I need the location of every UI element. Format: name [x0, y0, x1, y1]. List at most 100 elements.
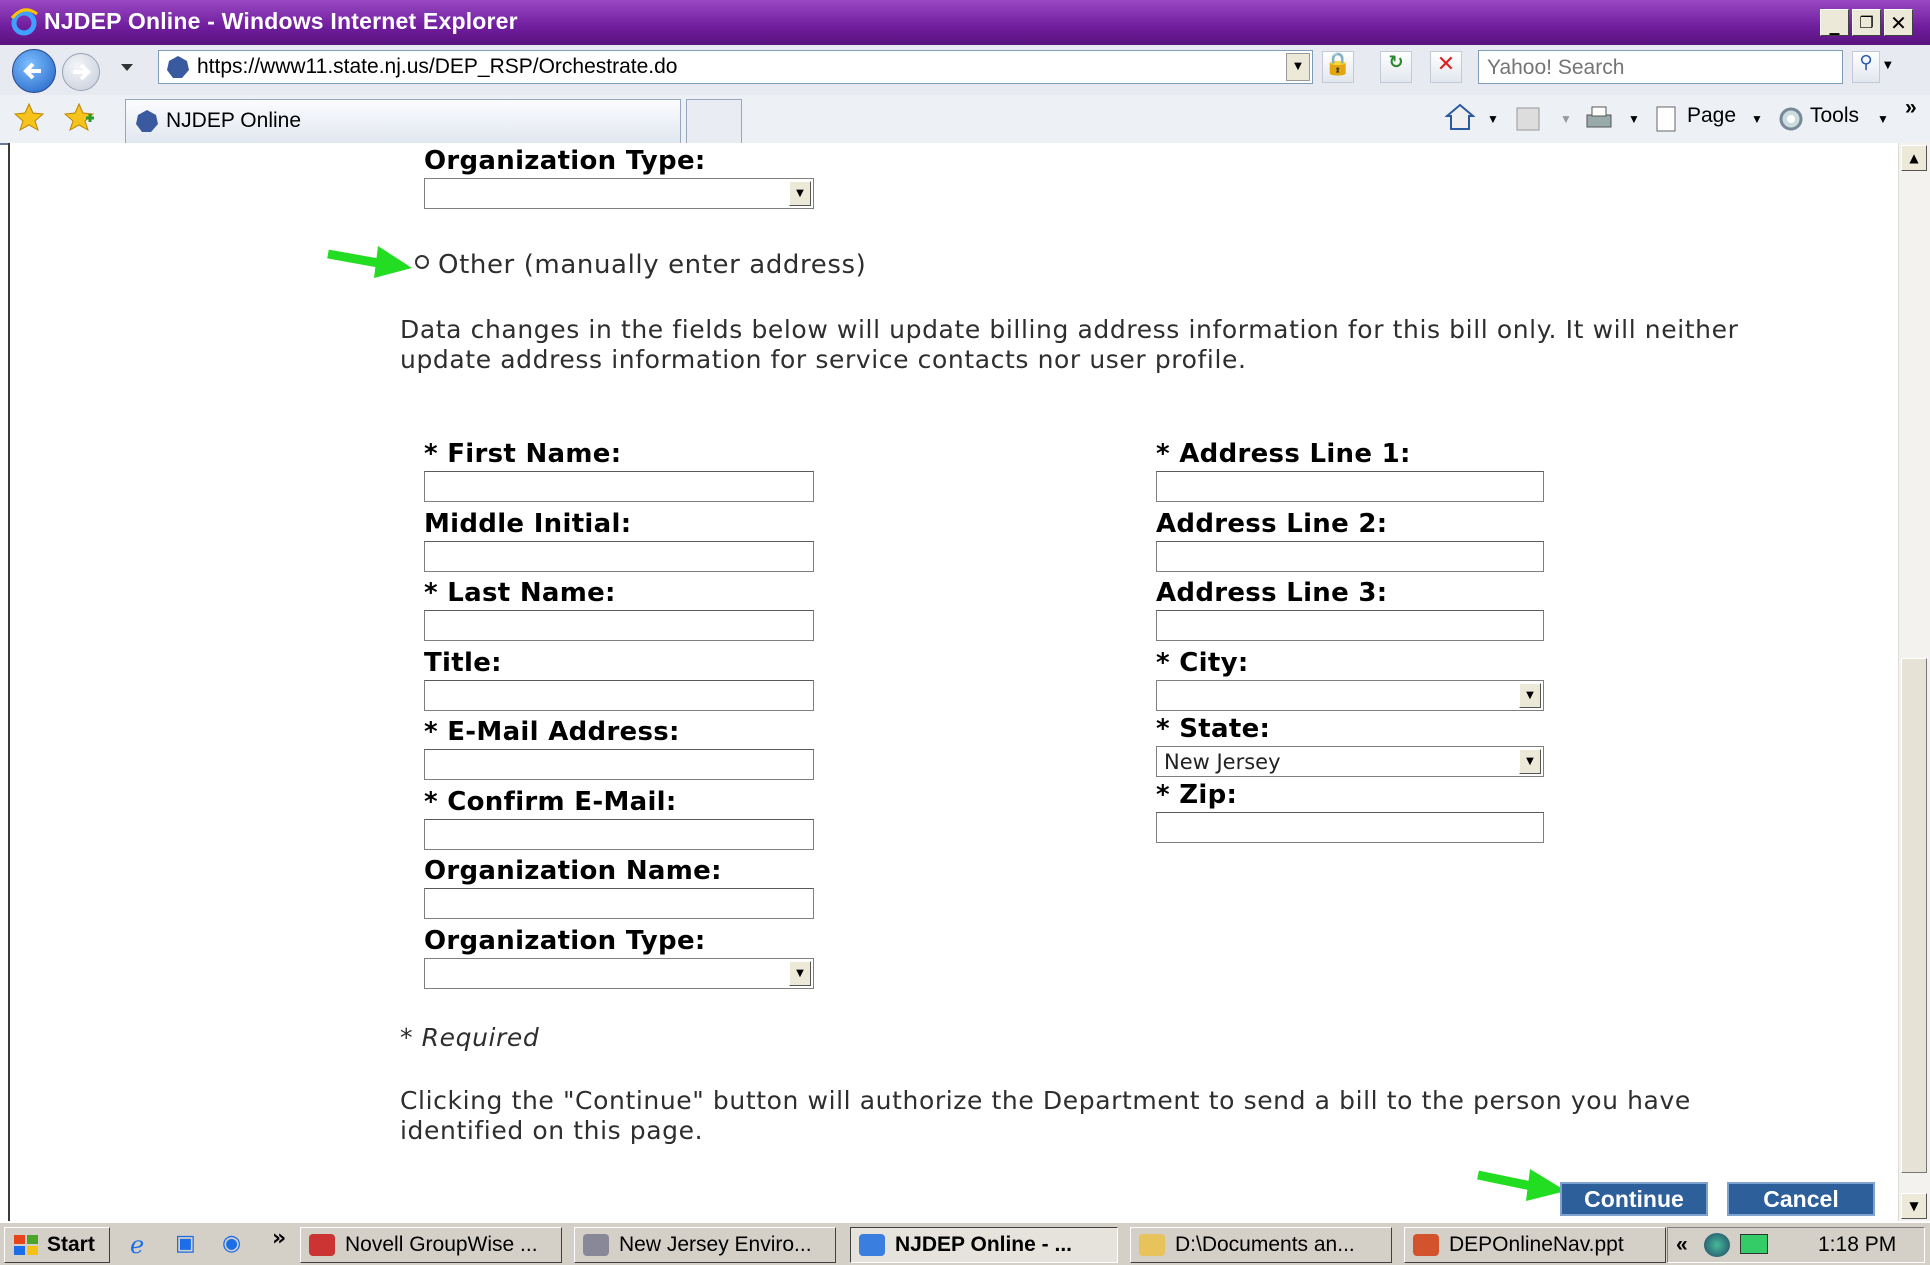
- site-favicon-icon: [167, 56, 189, 78]
- new-tab-button[interactable]: [686, 99, 742, 143]
- tools-menu[interactable]: Tools: [1810, 104, 1859, 128]
- lock-icon[interactable]: 🔒: [1322, 51, 1354, 83]
- browser-tab[interactable]: NJDEP Online: [125, 99, 681, 143]
- tray-expand-icon[interactable]: «: [1676, 1228, 1688, 1262]
- address-dropdown-icon[interactable]: ▼: [1286, 53, 1310, 81]
- first-name-field[interactable]: [424, 471, 814, 502]
- first-name-input[interactable]: [425, 472, 813, 501]
- org-name-field[interactable]: [424, 888, 814, 919]
- confirm-email-input[interactable]: [425, 820, 813, 849]
- start-label: Start: [47, 1233, 95, 1256]
- continue-button[interactable]: Continue: [1560, 1182, 1708, 1216]
- page-menu[interactable]: Page: [1687, 104, 1736, 128]
- add-favorites-icon[interactable]: [64, 102, 94, 132]
- monitor-icon[interactable]: [1740, 1234, 1768, 1254]
- stop-icon[interactable]: ✕: [1430, 51, 1462, 83]
- scrollbar-thumb[interactable]: [1901, 658, 1927, 1173]
- confirm-email-field[interactable]: [424, 819, 814, 850]
- print-icon[interactable]: [1583, 104, 1615, 134]
- quicklaunch-more-icon[interactable]: »: [272, 1226, 286, 1251]
- scroll-up-icon[interactable]: ▲: [1901, 145, 1927, 171]
- org-name-input[interactable]: [425, 889, 813, 918]
- feeds-icon[interactable]: [1515, 106, 1541, 132]
- print-dropdown-icon[interactable]: ▼: [1628, 112, 1640, 126]
- other-address-radio[interactable]: [415, 255, 429, 269]
- search-icon[interactable]: ⚲: [1852, 51, 1880, 83]
- org-type-select[interactable]: ▼: [424, 958, 814, 989]
- last-name-input[interactable]: [425, 611, 813, 640]
- taskbar-item-njdep-online[interactable]: NJDEP Online - ...: [850, 1227, 1118, 1263]
- zip-field[interactable]: [1156, 812, 1544, 843]
- page-icon[interactable]: [1653, 104, 1681, 134]
- scroll-down-icon[interactable]: ▼: [1901, 1193, 1927, 1219]
- url-text[interactable]: https://www11.state.nj.us/DEP_RSP/Orches…: [197, 55, 678, 79]
- last-name-field[interactable]: [424, 610, 814, 641]
- other-address-label: Other (manually enter address): [438, 250, 867, 280]
- title-input[interactable]: [425, 681, 813, 710]
- address1-field[interactable]: [1156, 471, 1544, 502]
- tab-title: NJDEP Online: [166, 109, 302, 132]
- address3-label: Address Line 3:: [1156, 578, 1388, 608]
- taskbar-item-groupwise[interactable]: Novell GroupWise ...: [300, 1227, 562, 1263]
- address-bar[interactable]: https://www11.state.nj.us/DEP_RSP/Orches…: [158, 50, 1313, 84]
- minimize-button[interactable]: _: [1820, 9, 1849, 36]
- start-button[interactable]: Start: [4, 1227, 110, 1263]
- city-label: * City:: [1156, 648, 1249, 678]
- email-label: * E-Mail Address:: [424, 717, 680, 747]
- tab-favicon-icon: [136, 110, 158, 132]
- zip-input[interactable]: [1157, 813, 1543, 842]
- address3-field[interactable]: [1156, 610, 1544, 641]
- home-dropdown-icon[interactable]: ▼: [1487, 112, 1499, 126]
- org-type-select-top[interactable]: ▼: [424, 178, 814, 209]
- state-select[interactable]: New Jersey ▼: [1156, 746, 1544, 777]
- media-quicklaunch-icon[interactable]: ◉: [222, 1231, 241, 1256]
- nj-enviro-icon: [583, 1234, 609, 1256]
- forward-arrow-icon: [73, 63, 91, 81]
- taskbar-item-ppt[interactable]: DEPOnlineNav.ppt: [1404, 1227, 1666, 1263]
- refresh-icon[interactable]: ↻: [1380, 51, 1412, 83]
- chevron-down-icon: ▼: [789, 961, 811, 986]
- back-button[interactable]: [12, 49, 56, 93]
- first-name-label: * First Name:: [424, 439, 622, 469]
- address2-input[interactable]: [1157, 542, 1543, 571]
- email-field[interactable]: [424, 749, 814, 780]
- tools-gear-icon[interactable]: [1776, 104, 1806, 134]
- address1-input[interactable]: [1157, 472, 1543, 501]
- search-options-icon[interactable]: ▼: [1884, 60, 1892, 71]
- cancel-button[interactable]: Cancel: [1727, 1182, 1875, 1216]
- address3-input[interactable]: [1157, 611, 1543, 640]
- vertical-scrollbar[interactable]: ▲ ▼: [1898, 143, 1930, 1221]
- network-globe-icon[interactable]: [1704, 1233, 1730, 1257]
- search-input[interactable]: [1485, 52, 1829, 84]
- chevron-more-icon[interactable]: »: [1905, 96, 1917, 120]
- org-name-label: Organization Name:: [424, 856, 722, 886]
- taskbar-item-documents[interactable]: D:\Documents an...: [1130, 1227, 1392, 1263]
- favorites-star-icon[interactable]: [14, 102, 44, 132]
- feeds-dropdown-icon[interactable]: ▼: [1560, 112, 1572, 126]
- close-window-button[interactable]: ✕: [1884, 9, 1913, 36]
- city-select[interactable]: ▼: [1156, 680, 1544, 711]
- email-input[interactable]: [425, 750, 813, 779]
- search-box[interactable]: [1478, 50, 1843, 84]
- required-note: * Required: [400, 1023, 540, 1052]
- ie-logo-icon: [10, 8, 38, 36]
- middle-initial-input[interactable]: [425, 542, 813, 571]
- history-dropdown-icon[interactable]: [120, 63, 134, 73]
- state-label: * State:: [1156, 714, 1271, 744]
- clock[interactable]: 1:18 PM: [1818, 1228, 1896, 1262]
- taskbar-item-nj-enviro[interactable]: New Jersey Enviro...: [574, 1227, 836, 1263]
- window-titlebar: NJDEP Online - Windows Internet Explorer…: [0, 0, 1930, 45]
- address2-field[interactable]: [1156, 541, 1544, 572]
- ie-quicklaunch-icon[interactable]: ℯ: [130, 1231, 144, 1259]
- groupwise-icon: [309, 1234, 335, 1256]
- home-icon[interactable]: [1445, 102, 1475, 132]
- chevron-down-icon: ▼: [1519, 683, 1541, 708]
- title-field[interactable]: [424, 680, 814, 711]
- middle-initial-field[interactable]: [424, 541, 814, 572]
- tools-dropdown-icon[interactable]: ▼: [1877, 112, 1889, 126]
- desktop-quicklaunch-icon[interactable]: ▣: [175, 1231, 196, 1256]
- page-dropdown-icon[interactable]: ▼: [1751, 112, 1763, 126]
- folder-icon: [1139, 1234, 1165, 1256]
- forward-button[interactable]: [62, 53, 100, 91]
- restore-button[interactable]: ❐: [1852, 9, 1881, 36]
